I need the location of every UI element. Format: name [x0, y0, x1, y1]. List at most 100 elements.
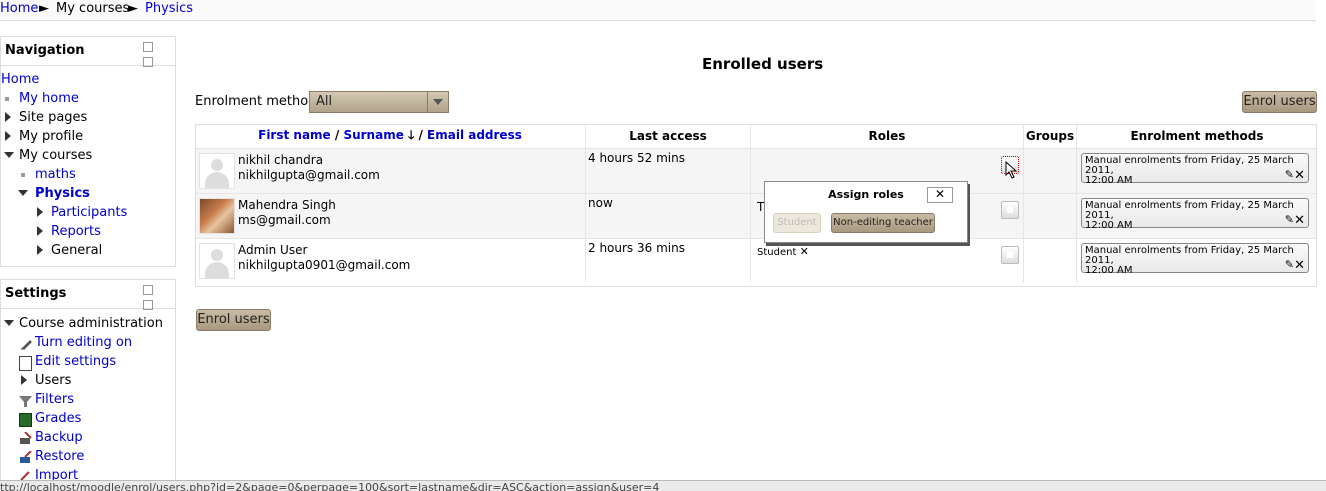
expand-icon[interactable]	[21, 375, 27, 385]
dock-icon[interactable]	[143, 42, 153, 52]
unenrol-icon[interactable]: ✕	[1294, 214, 1305, 227]
settings-turn-editing-on[interactable]: Turn editing on	[35, 335, 132, 351]
enrolled-users-table: First name / Surname 🡓 / Email address L…	[195, 124, 1317, 283]
enrolment-method-text: Manual enrolments from Friday, 25 March …	[1085, 155, 1294, 176]
header-enrolment-methods: Enrolment methods	[1076, 124, 1317, 149]
settings-grades[interactable]: Grades	[35, 411, 81, 427]
mouse-cursor-icon	[1005, 160, 1019, 182]
settings-backup[interactable]: Backup	[35, 430, 83, 446]
settings-block: Settings Course administration Turn edit…	[0, 279, 176, 491]
nav-course-physics[interactable]: Physics	[35, 186, 90, 202]
unenrol-icon[interactable]: ✕	[1294, 169, 1305, 182]
last-access-cell: now	[585, 193, 751, 239]
enrolment-method-text: Manual enrolments from Friday, 25 March …	[1085, 245, 1294, 266]
enrol-users-button-bottom[interactable]: Enrol users	[196, 309, 271, 331]
enrolment-method-cell: Manual enrolments from Friday, 25 March …	[1076, 193, 1317, 239]
edit-enrolment-icon[interactable]: ✎	[1285, 169, 1294, 180]
role-label: Student	[757, 247, 797, 258]
header-separator: /	[330, 127, 344, 142]
nav-course-maths[interactable]: maths	[35, 167, 76, 183]
close-icon[interactable]: ✕	[927, 187, 953, 203]
remove-role-icon[interactable]: ✕	[800, 245, 809, 258]
header-separator: /	[414, 127, 428, 142]
groups-cell	[1023, 193, 1077, 239]
avatar[interactable]	[199, 153, 235, 189]
navigation-block-header: Navigation	[1, 37, 175, 67]
dock-icon[interactable]	[143, 285, 153, 295]
role-non-editing-teacher-button[interactable]: Non-editing teacher	[831, 213, 935, 233]
user-name[interactable]: Mahendra Singh	[238, 198, 336, 213]
expand-icon[interactable]	[37, 245, 43, 255]
assign-role-button[interactable]	[1001, 246, 1019, 264]
edit-enrolment-icon[interactable]: ✎	[1285, 259, 1294, 270]
enrol-users-button-top[interactable]: Enrol users	[1242, 91, 1317, 113]
collapse-icon[interactable]	[4, 152, 14, 158]
expand-icon[interactable]	[5, 112, 11, 122]
last-access-value: 4 hours 52 mins	[588, 151, 685, 165]
assign-role-button[interactable]	[1001, 201, 1019, 219]
sort-email[interactable]: Email address	[427, 128, 522, 142]
block-controls[interactable]	[143, 285, 163, 310]
breadcrumb-home[interactable]: Home	[0, 0, 38, 17]
settings-restore[interactable]: Restore	[35, 449, 84, 465]
hide-block-icon[interactable]	[143, 57, 153, 67]
chevron-down-icon[interactable]	[427, 92, 448, 112]
settings-title: Settings	[5, 286, 67, 301]
expand-icon[interactable]	[37, 226, 43, 236]
edit-enrolment-icon[interactable]: ✎	[1285, 214, 1294, 225]
grades-icon	[19, 413, 32, 427]
expand-icon[interactable]	[5, 131, 11, 141]
bullet-icon	[21, 173, 25, 177]
settings-filters[interactable]: Filters	[35, 392, 74, 408]
expand-icon[interactable]	[37, 207, 43, 217]
enrol-methods-select[interactable]: All	[309, 91, 449, 113]
header-last-access[interactable]: Last access	[585, 124, 751, 149]
enrolment-method-cell: Manual enrolments from Friday, 25 March …	[1076, 238, 1317, 283]
nav-my-home[interactable]: My home	[19, 91, 79, 107]
nav-home[interactable]: Home	[1, 72, 39, 88]
header-groups: Groups	[1023, 124, 1077, 149]
settings-course-administration[interactable]: Course administration	[19, 316, 163, 332]
page-title: Enrolled users	[702, 55, 824, 73]
breadcrumb-separator: ►	[39, 1, 49, 16]
settings-block-header: Settings	[1, 280, 175, 310]
assign-roles-popup: Assign roles ✕ Student Non-editing teach…	[764, 181, 968, 243]
user-cell: Admin User nikhilgupta0901@gmail.com	[195, 238, 586, 283]
table-row: nikhil chandra nikhilgupta@gmail.com 4 ho…	[195, 148, 1317, 194]
groups-cell	[1023, 148, 1077, 194]
enrolment-method-box: Manual enrolments from Friday, 25 March …	[1081, 243, 1309, 276]
role-student-button[interactable]: Student	[773, 213, 821, 233]
user-name[interactable]: Admin User	[238, 243, 410, 258]
nav-general[interactable]: General	[51, 243, 102, 259]
enrolment-method-time: 12:00 AM	[1085, 175, 1133, 186]
nav-reports[interactable]: Reports	[51, 224, 101, 240]
user-name[interactable]: nikhil chandra	[238, 153, 380, 168]
hide-block-icon[interactable]	[143, 300, 153, 310]
table-row: Admin User nikhilgupta0901@gmail.com 2 ho…	[195, 238, 1317, 283]
collapse-icon[interactable]	[4, 320, 14, 326]
collapse-icon[interactable]	[18, 190, 28, 196]
last-access-value: now	[588, 196, 613, 210]
unenrol-icon[interactable]: ✕	[1294, 259, 1305, 272]
sort-surname[interactable]: Surname	[343, 128, 403, 142]
header-name-email: First name / Surname 🡓 / Email address	[195, 124, 586, 149]
user-email: nikhilgupta0901@gmail.com	[238, 258, 411, 272]
navigation-title: Navigation	[5, 43, 85, 58]
avatar[interactable]	[199, 243, 235, 279]
breadcrumb-my-courses[interactable]: My courses	[56, 0, 129, 17]
avatar[interactable]	[199, 198, 235, 234]
nav-my-profile[interactable]: My profile	[19, 129, 83, 145]
enrolment-method-box: Manual enrolments from Friday, 25 March …	[1081, 153, 1309, 186]
nav-my-courses[interactable]: My courses	[19, 148, 92, 164]
settings-users[interactable]: Users	[35, 373, 71, 389]
enrol-methods-selected: All	[316, 94, 333, 109]
settings-edit-settings[interactable]: Edit settings	[35, 354, 116, 370]
nav-site-pages[interactable]: Site pages	[19, 110, 87, 126]
breadcrumb-separator: ►	[128, 1, 138, 16]
block-controls[interactable]	[143, 42, 163, 67]
breadcrumb-physics[interactable]: Physics	[145, 0, 193, 17]
nav-participants[interactable]: Participants	[51, 205, 127, 221]
table-row: Mahendra Singh ms@gmail.com now T Manual …	[195, 193, 1317, 239]
document-icon	[19, 356, 32, 371]
sort-first-name[interactable]: First name	[258, 128, 331, 142]
